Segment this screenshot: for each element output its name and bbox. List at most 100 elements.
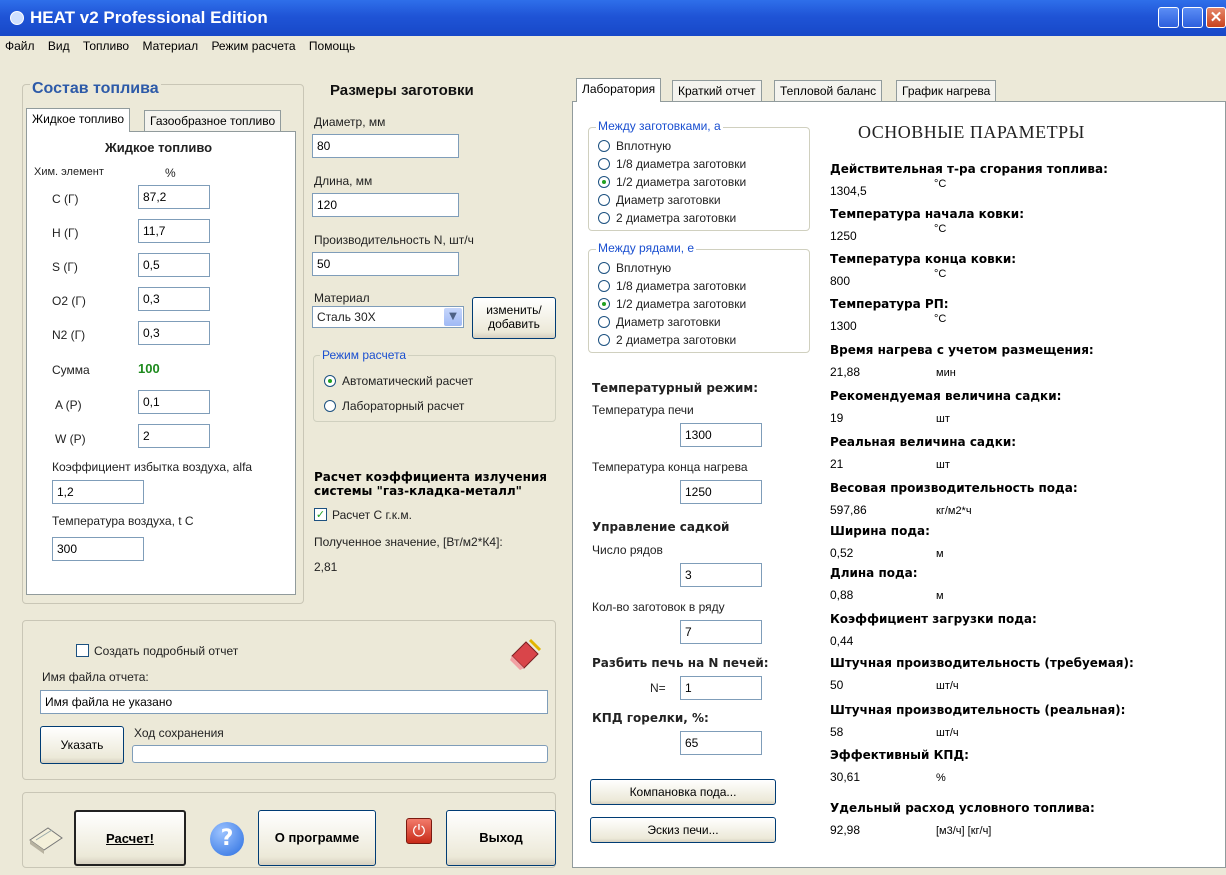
chevron-down-icon[interactable]: ▼ [444,308,462,326]
blanks-option-radio[interactable] [598,140,610,152]
tab-laboratory[interactable]: Лаборатория [576,78,662,102]
sum-value: 100 [138,361,160,376]
param-label: Штучная производительность (реальная): [830,703,1126,717]
save-progress-label: Ход сохранения [134,726,224,740]
param-label: Температура РП: [830,297,949,311]
calculate-button[interactable]: Расчет! [74,810,186,866]
menu-bar: Файл Вид Топливо Материал Режим расчета … [0,36,1226,58]
exit-button[interactable]: Выход [446,810,556,866]
param-value: 92,98 [830,823,861,837]
menu-view[interactable]: Вид [43,36,75,56]
close-button[interactable]: ✕ [1206,7,1226,28]
menu-help[interactable]: Помощь [304,36,360,56]
diameter-input[interactable] [312,134,459,158]
per-row-label: Кол-во заготовок в ряду [592,600,725,614]
detailed-report-checkbox[interactable] [76,644,89,657]
fuel-row-label: O2 (Г) [52,294,86,308]
blanks-option-radio[interactable] [598,158,610,170]
maximize-button[interactable] [1182,7,1203,28]
fuel-row-label: N2 (Г) [52,328,86,342]
param-label: Температура конца ковки: [830,252,1017,266]
blanks-option-radio[interactable] [598,212,610,224]
per-row-input[interactable] [680,620,762,644]
alfa-input[interactable] [52,480,144,504]
fuel-o2-input[interactable] [138,287,210,311]
productivity-label: Производительность N, шт/ч [314,233,474,247]
fuel-h-input[interactable] [138,219,210,243]
mode-lab-label: Лабораторный расчет [342,399,465,413]
split-input[interactable] [680,676,762,700]
param-label: Эффективный КПД: [830,748,969,762]
param-unit: шт [936,413,950,425]
ash-input[interactable] [138,390,210,414]
menu-mode[interactable]: Режим расчета [206,36,300,56]
params-title: ОСНОВНЫЕ ПАРАМЕТРЫ [858,122,1085,142]
menu-fuel[interactable]: Топливо [78,36,134,56]
fuel-n2-input[interactable] [138,321,210,345]
tab-brief-report[interactable]: Краткий отчет [672,80,762,102]
param-value: 0,44 [830,634,854,648]
menu-material[interactable]: Материал [137,36,203,56]
power-icon[interactable]: ⏻ [406,818,432,844]
sum-label: Сумма [52,363,90,377]
change-material-button[interactable]: изменить/ добавить [472,297,556,339]
tab-gas-fuel[interactable]: Газообразное топливо [144,110,282,132]
rows-option-radio[interactable] [598,280,610,292]
water-input[interactable] [138,424,210,448]
param-unit: мин [936,367,956,379]
blanks-option-radio[interactable] [598,194,610,206]
furnace-sketch-button[interactable]: Эскиз печи... [590,817,776,843]
tab-heat-balance[interactable]: Тепловой баланс [774,80,883,102]
air-temp-label: Температура воздуха, t C [52,514,194,528]
split-title: Разбить печь на N печей: [592,656,769,670]
fuel-s-input[interactable] [138,253,210,277]
rows-option-radio[interactable] [598,334,610,346]
param-value: 597,86 [830,503,867,517]
rows-count-input[interactable] [680,563,762,587]
minimize-button[interactable] [1158,7,1179,28]
notepad-icon [26,820,66,856]
param-unit: м [936,590,944,602]
productivity-input[interactable] [312,252,459,276]
param-label: Штучная производительность (требуемая): [830,656,1134,670]
blanks-option-radio[interactable] [598,176,610,188]
rows-option-radio[interactable] [598,298,610,310]
tab-heating-chart[interactable]: График нагрева [896,80,997,102]
mode-legend: Режим расчета [320,348,409,362]
tab-liquid-fuel[interactable]: Жидкое топливо [26,108,131,132]
help-icon[interactable]: ? [210,822,244,856]
end-heat-temp-input[interactable] [680,480,762,504]
burner-title: КПД горелки, %: [592,711,709,725]
air-temp-input[interactable] [52,537,144,561]
fuel-c-input[interactable] [138,185,210,209]
furnace-temp-input[interactable] [680,423,762,447]
blanks-option-label: Диаметр заготовки [616,193,721,207]
emissivity-checkbox[interactable]: ✓ [314,508,327,521]
mode-auto-radio[interactable] [324,375,336,387]
furnace-temp-label: Температура печи [592,403,694,417]
param-label: Реальная величина садки: [830,435,1017,449]
param-label: Длина пода: [830,566,918,580]
param-unit: °С [934,268,947,280]
param-unit: шт/ч [936,680,959,692]
length-input[interactable] [312,193,459,217]
material-label: Материал [314,291,370,305]
alfa-label: Коэффициент избытка воздуха, alfa [52,460,253,474]
save-progress-bar [132,745,548,763]
report-filename-input[interactable] [40,690,548,714]
emissivity-result-value: 2,81 [314,560,338,574]
ash-label: A (P) [55,398,82,412]
param-value: 58 [830,725,844,739]
hearth-layout-button[interactable]: Компановка пода... [590,779,776,805]
burner-input[interactable] [680,731,762,755]
param-label: Удельный расход условного топлива: [830,801,1095,815]
eraser-icon[interactable] [506,636,544,672]
browse-button[interactable]: Указать [40,726,124,764]
rows-option-radio[interactable] [598,262,610,274]
menu-file[interactable]: Файл [0,36,40,56]
material-select[interactable]: Сталь 30Х ▼ [312,306,464,328]
mode-lab-radio[interactable] [324,400,336,412]
rows-option-radio[interactable] [598,316,610,328]
about-button[interactable]: О программе [258,810,376,866]
param-label: Весовая производительность пода: [830,481,1078,495]
